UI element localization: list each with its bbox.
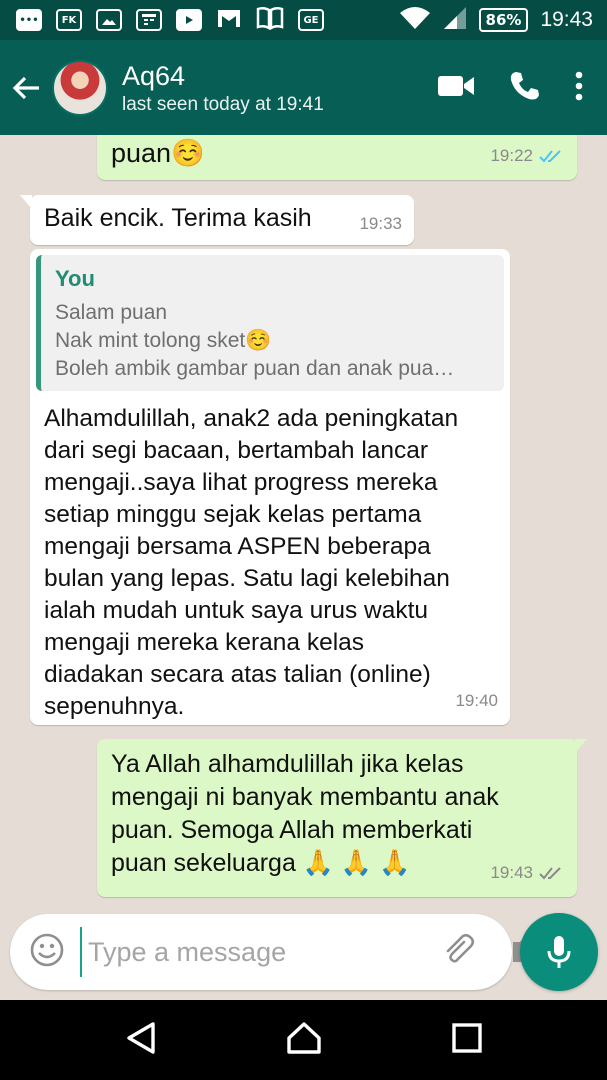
message-meta: 19:43: [490, 857, 565, 889]
read-ticks-icon: [539, 150, 561, 163]
recents-icon[interactable]: [452, 1023, 482, 1057]
message-meta: 19:22: [490, 140, 565, 172]
clock: 19:43: [540, 8, 593, 31]
quote-line: Boleh ambik gambar puan dan anak pua…: [55, 357, 455, 380]
system-status: 86% 19:43: [399, 6, 593, 34]
message-line: mengaji mereka kerana kelas: [44, 629, 365, 656]
back-triangle-icon[interactable]: [125, 1021, 157, 1059]
message-input[interactable]: [80, 927, 442, 977]
message-line: setiap minggu sejak kelas pertama: [44, 501, 422, 528]
message-line: mengaji..saya lihat progress mereka: [44, 469, 438, 496]
message-line: sepenuhnya.: [44, 693, 185, 720]
youtube-icon: [176, 9, 202, 31]
record-voice-button[interactable]: [520, 913, 598, 991]
quote-line: Nak mint tolong sket☺️: [55, 329, 272, 352]
message-line: diadakan secara atas talian (online): [44, 661, 431, 688]
message-time: 19:43: [490, 863, 533, 882]
avatar[interactable]: [52, 59, 108, 116]
message-line: Alhamdulillah, anak2 ada peningkatan: [44, 405, 459, 432]
video-call-icon[interactable]: [437, 73, 475, 103]
chat-bubble-icon: •••: [16, 9, 42, 31]
emoji-icon[interactable]: [30, 933, 64, 971]
delivered-ticks-icon: [539, 867, 561, 880]
message-line: ialah mudah untuk saya urus waktu: [44, 597, 429, 624]
system-nav-bar: [0, 1000, 607, 1080]
message-line: dari segi bacaan, bertambah lancar: [44, 437, 429, 464]
signal-icon: [443, 6, 467, 34]
quote-author: You: [55, 266, 95, 291]
home-icon[interactable]: [286, 1021, 322, 1059]
chat-header: Aq64 last seen today at 19:41: [0, 40, 607, 135]
message-line: bulan yang lepas. Satu lagi kelebihan: [44, 565, 450, 592]
message-text: puan☺️: [111, 138, 205, 168]
quoted-message[interactable]: You Salam puan Nak mint tolong sket☺️ Bo…: [36, 255, 504, 391]
message-bubble-outgoing[interactable]: Ya Allah alhamdulillah jika kelas mengaj…: [97, 739, 587, 897]
status-bar: ••• FK GE 86% 19:43: [0, 0, 607, 40]
message-meta: 19:33: [359, 208, 402, 240]
back-button[interactable]: [0, 40, 52, 135]
last-seen-status: last seen today at 19:41: [122, 93, 324, 115]
quote-line: Salam puan: [55, 301, 168, 324]
message-line: mengaji ni banyak membantu anak: [111, 783, 499, 811]
back-arrow-icon: [12, 76, 39, 99]
message-composer: [10, 914, 541, 990]
wifi-icon: [399, 6, 431, 34]
calendar-icon: [136, 9, 162, 31]
message-line: puan. Semoga Allah memberkati: [111, 816, 473, 844]
message-time: 19:40: [455, 691, 498, 710]
book-icon: [256, 6, 284, 34]
message-meta: 19:40: [455, 685, 498, 717]
battery-icon: 86%: [478, 8, 529, 32]
message-line: Ya Allah alhamdulillah jika kelas: [111, 750, 464, 778]
message-bubble-incoming[interactable]: Baik encik. Terima kasih 19:33: [20, 195, 414, 245]
fk-icon: FK: [56, 9, 82, 31]
message-list[interactable]: puan☺️ 19:22 Baik encik. Terima kasih 19…: [0, 135, 607, 910]
message-text: Baik encik. Terima kasih: [44, 204, 312, 232]
attach-icon[interactable]: [442, 933, 476, 971]
ge-icon: GE: [298, 9, 324, 31]
gmail-icon: [216, 7, 242, 33]
notification-icons: ••• FK GE: [16, 6, 324, 34]
message-bubble-incoming[interactable]: You Salam puan Nak mint tolong sket☺️ Bo…: [30, 249, 510, 725]
message-time: 19:33: [359, 214, 402, 233]
image-icon: [96, 9, 122, 31]
message-line: mengaji bersama ASPEN beberapa: [44, 533, 431, 560]
message-bubble-outgoing[interactable]: puan☺️ 19:22: [97, 135, 577, 180]
phone-icon[interactable]: [509, 70, 541, 106]
mic-icon: [547, 936, 571, 968]
header-actions: [437, 70, 607, 106]
contact-info[interactable]: Aq64 last seen today at 19:41: [122, 60, 437, 116]
contact-name: Aq64: [122, 60, 186, 91]
message-text: Alhamdulillah, anak2 ada peningkatan dar…: [30, 391, 510, 763]
message-time: 19:22: [490, 146, 533, 165]
more-vert-icon[interactable]: [575, 71, 583, 105]
